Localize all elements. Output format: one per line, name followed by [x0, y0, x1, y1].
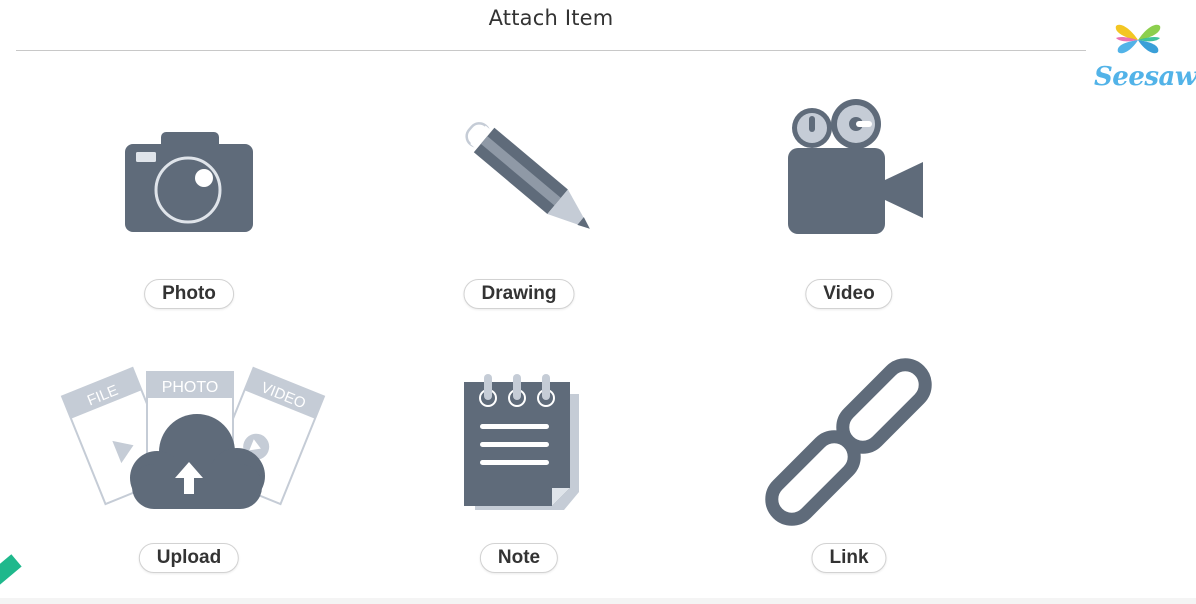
upload-tile[interactable]: FILE VIDEO PHOTO Upload	[29, 354, 349, 604]
note-button[interactable]: Note	[479, 543, 559, 573]
photo-button[interactable]: Photo	[144, 279, 234, 309]
page-title: Attach Item	[488, 6, 614, 30]
upload-button[interactable]: Upload	[138, 543, 240, 573]
pencil-icon	[465, 122, 590, 229]
logo-text: Seesaw	[1094, 62, 1196, 92]
camera-icon	[125, 132, 253, 232]
video-camera-icon	[788, 99, 923, 234]
seesaw-logo: Seesaw	[1094, 18, 1196, 98]
drawing-button[interactable]: Drawing	[463, 279, 575, 309]
butterfly-icon	[1115, 24, 1161, 54]
note-tile[interactable]: Note	[359, 354, 679, 604]
upload-cloud-icon: FILE VIDEO PHOTO	[60, 366, 326, 509]
video-tile[interactable]: Video	[689, 90, 1009, 340]
drawing-tile[interactable]: Drawing	[359, 90, 679, 340]
bottom-strip	[0, 598, 1196, 604]
corner-accent	[0, 554, 22, 586]
link-icon	[765, 358, 932, 526]
notepad-icon	[464, 374, 579, 510]
video-button[interactable]: Video	[805, 279, 893, 309]
photo-tile[interactable]: Photo	[29, 90, 349, 340]
link-button[interactable]: Link	[811, 543, 887, 573]
link-tile[interactable]: Link	[689, 354, 1009, 604]
header: Attach Item	[16, 0, 1086, 51]
photo-card-label: PHOTO	[162, 379, 219, 396]
